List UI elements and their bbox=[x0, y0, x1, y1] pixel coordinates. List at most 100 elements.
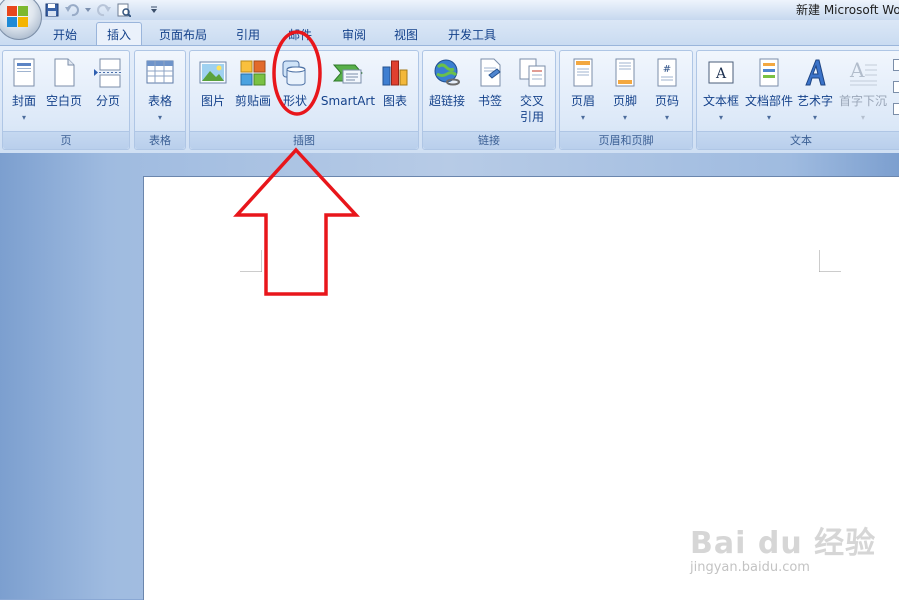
margin-corner-top-right bbox=[819, 250, 841, 272]
page-number-button[interactable]: # 页码 ▾ bbox=[650, 55, 684, 129]
page-number-label: 页码 bbox=[654, 94, 679, 108]
header-button[interactable]: 页眉 ▾ bbox=[566, 55, 600, 129]
group-header-footer: 页眉 ▾ 页脚 ▾ # 页码 ▾ 页眉和页脚 bbox=[559, 50, 693, 150]
quick-parts-label: 文档部件 bbox=[744, 94, 793, 108]
text-box-label: 文本框 bbox=[702, 94, 739, 108]
quick-parts-icon bbox=[759, 58, 779, 87]
chevron-down-icon[interactable] bbox=[84, 2, 92, 18]
group-tables-label: 表格 bbox=[135, 131, 185, 149]
tab-mailings[interactable]: 邮件 bbox=[278, 25, 322, 45]
text-box-icon: A bbox=[708, 61, 734, 84]
group-illustrations-label: 插图 bbox=[190, 131, 418, 149]
ribbon: 封面 ▾ 空白页 分页 页 表格 ▾ 表格 图片 剪贴画 形状 SmartArt… bbox=[0, 45, 899, 154]
wordart-icon bbox=[805, 59, 826, 86]
customize-qat-icon[interactable] bbox=[146, 2, 162, 18]
svg-text:#: # bbox=[663, 64, 671, 75]
shapes-button[interactable]: 形状 bbox=[278, 55, 312, 129]
ribbon-tab-bar: 开始 插入 页面布局 引用 邮件 审阅 视图 开发工具 bbox=[0, 20, 899, 47]
clip-art-button[interactable]: 剪贴画 bbox=[235, 55, 271, 129]
cross-reference-button[interactable]: 交叉 引用 bbox=[515, 55, 549, 129]
wordart-button[interactable]: 艺术字 ▾ bbox=[797, 55, 833, 129]
group-header-footer-label: 页眉和页脚 bbox=[560, 131, 692, 149]
cover-page-icon bbox=[13, 58, 35, 87]
bookmark-label: 书签 bbox=[477, 94, 502, 108]
wordart-label: 艺术字 bbox=[796, 94, 833, 108]
page-break-label: 分页 bbox=[95, 94, 120, 108]
undo-icon[interactable] bbox=[64, 2, 80, 18]
clip-art-label: 剪贴画 bbox=[234, 94, 271, 108]
hyperlink-icon bbox=[434, 59, 460, 86]
hyperlink-label: 超链接 bbox=[428, 94, 465, 108]
cross-reference-icon bbox=[519, 58, 546, 87]
hyperlink-button[interactable]: 超链接 bbox=[429, 55, 465, 129]
quick-parts-button[interactable]: 文档部件 ▾ bbox=[745, 55, 793, 129]
svg-text:A: A bbox=[849, 58, 865, 82]
chevron-down-icon: ▾ bbox=[21, 113, 26, 122]
chevron-down-icon: ▾ bbox=[622, 113, 627, 122]
text-box-button[interactable]: A 文本框 ▾ bbox=[703, 55, 739, 129]
bookmark-button[interactable]: 书签 bbox=[473, 55, 507, 129]
tab-review[interactable]: 审阅 bbox=[332, 25, 376, 45]
picture-icon bbox=[199, 61, 227, 84]
blank-page-icon bbox=[54, 58, 75, 87]
svg-text:A: A bbox=[715, 66, 727, 82]
header-icon bbox=[573, 58, 593, 87]
shapes-label: 形状 bbox=[282, 94, 307, 108]
group-text: A 文本框 ▾ 文档部件 ▾ 艺术字 ▾ A 首字下沉 ▾ 文本 bbox=[696, 50, 899, 150]
group-links-label: 链接 bbox=[423, 131, 555, 149]
redo-icon[interactable] bbox=[96, 2, 112, 18]
baidu-jingyan-watermark-url: jingyan.baidu.com bbox=[690, 560, 810, 575]
footer-button[interactable]: 页脚 ▾ bbox=[608, 55, 642, 129]
group-pages: 封面 ▾ 空白页 分页 页 bbox=[2, 50, 130, 150]
window-title: 新建 Microsoft Wo bbox=[796, 3, 899, 17]
cross-reference-label-line1: 交叉 bbox=[519, 94, 544, 108]
cover-page-button[interactable]: 封面 ▾ bbox=[7, 55, 41, 129]
page-number-icon: # bbox=[657, 58, 677, 87]
clip-art-icon bbox=[240, 60, 266, 86]
tab-insert[interactable]: 插入 bbox=[96, 22, 142, 47]
header-label: 页眉 bbox=[570, 94, 595, 108]
tab-developer[interactable]: 开发工具 bbox=[440, 25, 504, 45]
cross-reference-label: 交叉 引用 bbox=[509, 93, 555, 125]
footer-label: 页脚 bbox=[612, 94, 637, 108]
smartart-label: SmartArt bbox=[320, 94, 376, 108]
drop-cap-label: 首字下沉 bbox=[838, 94, 887, 108]
chart-icon bbox=[382, 60, 408, 86]
group-pages-label: 页 bbox=[3, 131, 129, 149]
title-bar: 新建 Microsoft Wo bbox=[0, 0, 899, 21]
chart-button[interactable]: 图表 bbox=[378, 55, 412, 129]
chevron-down-icon: ▾ bbox=[664, 113, 669, 122]
page-break-button[interactable]: 分页 bbox=[91, 55, 125, 129]
footer-icon bbox=[615, 58, 635, 87]
tab-page-layout[interactable]: 页面布局 bbox=[152, 25, 214, 45]
print-preview-icon[interactable] bbox=[116, 2, 132, 18]
drop-cap-icon: A bbox=[849, 58, 877, 86]
table-icon bbox=[146, 60, 174, 84]
chevron-down-icon: ▾ bbox=[812, 113, 817, 122]
tab-home[interactable]: 开始 bbox=[44, 25, 86, 45]
smartart-button[interactable]: SmartArt bbox=[321, 55, 375, 129]
chevron-down-icon: ▾ bbox=[766, 113, 771, 122]
tab-references[interactable]: 引用 bbox=[226, 25, 270, 45]
text-group-overflow-icons[interactable] bbox=[893, 57, 899, 127]
blank-page-button[interactable]: 空白页 bbox=[46, 55, 82, 129]
cross-reference-label-line2: 引用 bbox=[519, 110, 544, 124]
picture-button[interactable]: 图片 bbox=[196, 55, 230, 129]
group-tables: 表格 ▾ 表格 bbox=[134, 50, 186, 150]
margin-corner-top-left bbox=[240, 250, 262, 272]
office-button-icon bbox=[7, 6, 29, 28]
smartart-icon bbox=[333, 64, 363, 84]
chevron-down-icon: ▾ bbox=[718, 113, 723, 122]
table-label: 表格 bbox=[147, 94, 172, 108]
chevron-down-icon: ▾ bbox=[580, 113, 585, 122]
chevron-down-icon: ▾ bbox=[157, 113, 162, 122]
drop-cap-button[interactable]: A 首字下沉 ▾ bbox=[839, 55, 887, 129]
page-break-icon bbox=[94, 58, 122, 88]
blank-page-label: 空白页 bbox=[45, 94, 82, 108]
shapes-icon bbox=[282, 60, 306, 86]
tab-view[interactable]: 视图 bbox=[384, 25, 428, 45]
save-icon[interactable] bbox=[44, 2, 60, 18]
table-button[interactable]: 表格 ▾ bbox=[143, 55, 177, 129]
chevron-down-icon: ▾ bbox=[860, 113, 865, 122]
group-illustrations: 图片 剪贴画 形状 SmartArt 图表 插图 bbox=[189, 50, 419, 150]
